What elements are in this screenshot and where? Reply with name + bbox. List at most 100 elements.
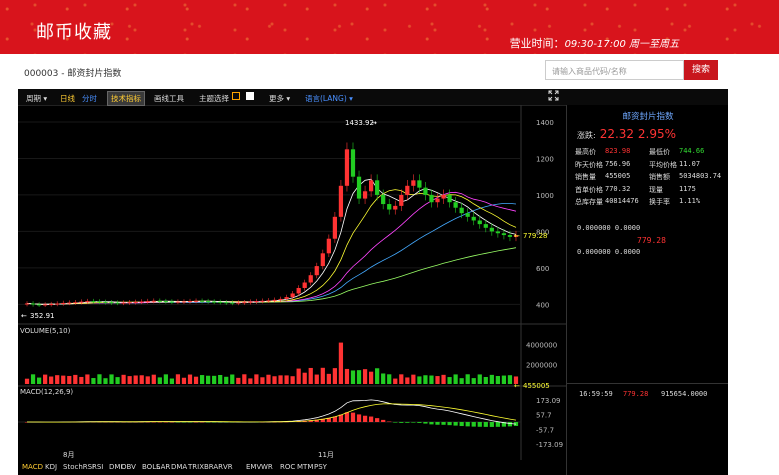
expand-icon[interactable] [548, 90, 559, 103]
more-dropdown[interactable]: 更多 ▾ [269, 93, 290, 104]
volume-bar [387, 374, 392, 384]
volume-bar [175, 374, 181, 384]
volume-bar [169, 378, 175, 384]
quote-label: 最高价 [575, 148, 596, 156]
tech-indicator-button[interactable]: 技术指标 [107, 91, 145, 106]
candle [55, 303, 60, 305]
high-arrow: → [371, 119, 377, 127]
minute-tab[interactable]: 分时 [82, 93, 97, 104]
indicator-vr[interactable]: VR [223, 463, 233, 471]
indicator-rsi[interactable]: RSI [92, 463, 103, 471]
candle [435, 198, 440, 203]
candle [447, 194, 452, 203]
macd-histogram-bar [411, 422, 416, 423]
volume-bar [405, 377, 410, 384]
quote-label: 平均价格 [649, 160, 677, 169]
candle [477, 220, 482, 225]
language-dropdown[interactable]: 语言(LANG) ▾ [305, 93, 353, 104]
volume-bar [139, 375, 144, 384]
candle [375, 180, 380, 195]
candle [332, 216, 337, 239]
macd-tick-label: -173.09 [536, 441, 563, 449]
theme-select-label[interactable]: 主题选择 [199, 93, 229, 104]
volume-bar [67, 375, 72, 384]
trade-amount: 915654.0000 [661, 390, 708, 398]
daily-line-tab[interactable]: 日线 [60, 93, 75, 104]
volume-bar [199, 375, 205, 384]
macd-label: MACD(12,26,9) [20, 388, 73, 396]
indicator-trix[interactable]: TRIX [188, 463, 204, 471]
macd-histogram-bar [507, 422, 513, 427]
volume-bar [260, 377, 265, 384]
volume-tick-label: 4000000 [526, 342, 557, 350]
volume-bar [489, 374, 494, 384]
period-dropdown[interactable]: 周期 ▾ [26, 93, 47, 104]
brand-title[interactable]: 邮币收藏 [36, 18, 112, 44]
candle [362, 191, 368, 199]
volume-bar [30, 374, 36, 384]
volume-bar [302, 372, 307, 384]
indicator-brar[interactable]: BRAR [204, 463, 223, 471]
candle [381, 194, 386, 205]
theme-light-swatch[interactable] [246, 92, 254, 100]
volume-bar [127, 376, 132, 384]
volume-bar [242, 374, 247, 384]
volume-bar [278, 375, 283, 384]
price-tick-label: 1000 [536, 192, 554, 200]
candle [290, 293, 295, 298]
drawing-tools-button[interactable]: 画线工具 [154, 93, 184, 104]
indicator-stochrsi[interactable]: StochRSI [63, 463, 94, 471]
macd-histogram-bar [459, 422, 464, 427]
volume-bar [236, 377, 241, 384]
quote-value: 1.11% [679, 197, 701, 205]
volume-bar [284, 375, 289, 384]
candle [175, 301, 181, 303]
indicator-dma[interactable]: DMA [171, 463, 187, 471]
candle [417, 180, 422, 188]
candle [423, 187, 428, 195]
volume-bar [447, 377, 452, 384]
theme-dark-swatch[interactable] [232, 92, 240, 100]
chart-area[interactable]: 1400120010008006004001433.92→352.91←← 779… [18, 105, 566, 460]
indicator-kdj[interactable]: KDJ [45, 463, 57, 471]
volume-bar [338, 342, 344, 384]
volume-bar [326, 373, 331, 384]
quote-label: 现量 [649, 185, 663, 194]
search-input[interactable]: 请输入商品代码/名称 [545, 60, 684, 80]
indicator-mtm[interactable]: MTM [297, 463, 313, 471]
volume-bar [36, 377, 42, 384]
indicator-wr[interactable]: WR [261, 463, 273, 471]
macd-tick-label: 57.7 [536, 412, 552, 420]
candle [121, 302, 126, 304]
quote-label: 总库存量 [575, 198, 603, 206]
volume-bar [453, 374, 458, 384]
indicator-obv[interactable]: OBV [121, 463, 136, 471]
quote-value: 1175 [679, 184, 696, 193]
volume-bar [24, 378, 30, 384]
candle [411, 180, 416, 186]
macd-histogram-bar [429, 422, 434, 425]
volume-bar [296, 368, 301, 384]
indicator-sar[interactable]: SAR [156, 463, 170, 471]
search-button[interactable]: 搜索 [684, 60, 718, 80]
volume-bar [218, 374, 223, 384]
indicator-emv[interactable]: EMV [246, 463, 261, 471]
volume-bar [91, 378, 96, 384]
volume-bar [495, 376, 500, 384]
indicator-macd[interactable]: MACD [22, 463, 43, 471]
candle [30, 303, 36, 305]
volume-bar [435, 376, 440, 384]
indicator-bar: MACD KDJ StochRSI RSI DMI OBV BOLL SAR DMA TRIX BR… [18, 460, 566, 475]
indicator-psy[interactable]: PSY [314, 463, 327, 471]
candle [266, 300, 271, 302]
volume-bar [181, 377, 187, 384]
candle [49, 304, 54, 306]
indicator-roc[interactable]: ROC [280, 463, 295, 471]
volume-bar [393, 378, 398, 384]
candle [495, 231, 500, 234]
candle [157, 300, 162, 302]
volume-bar [230, 374, 235, 384]
macd-histogram-bar [495, 422, 500, 427]
candle [181, 301, 187, 303]
volume-bar [157, 377, 162, 384]
